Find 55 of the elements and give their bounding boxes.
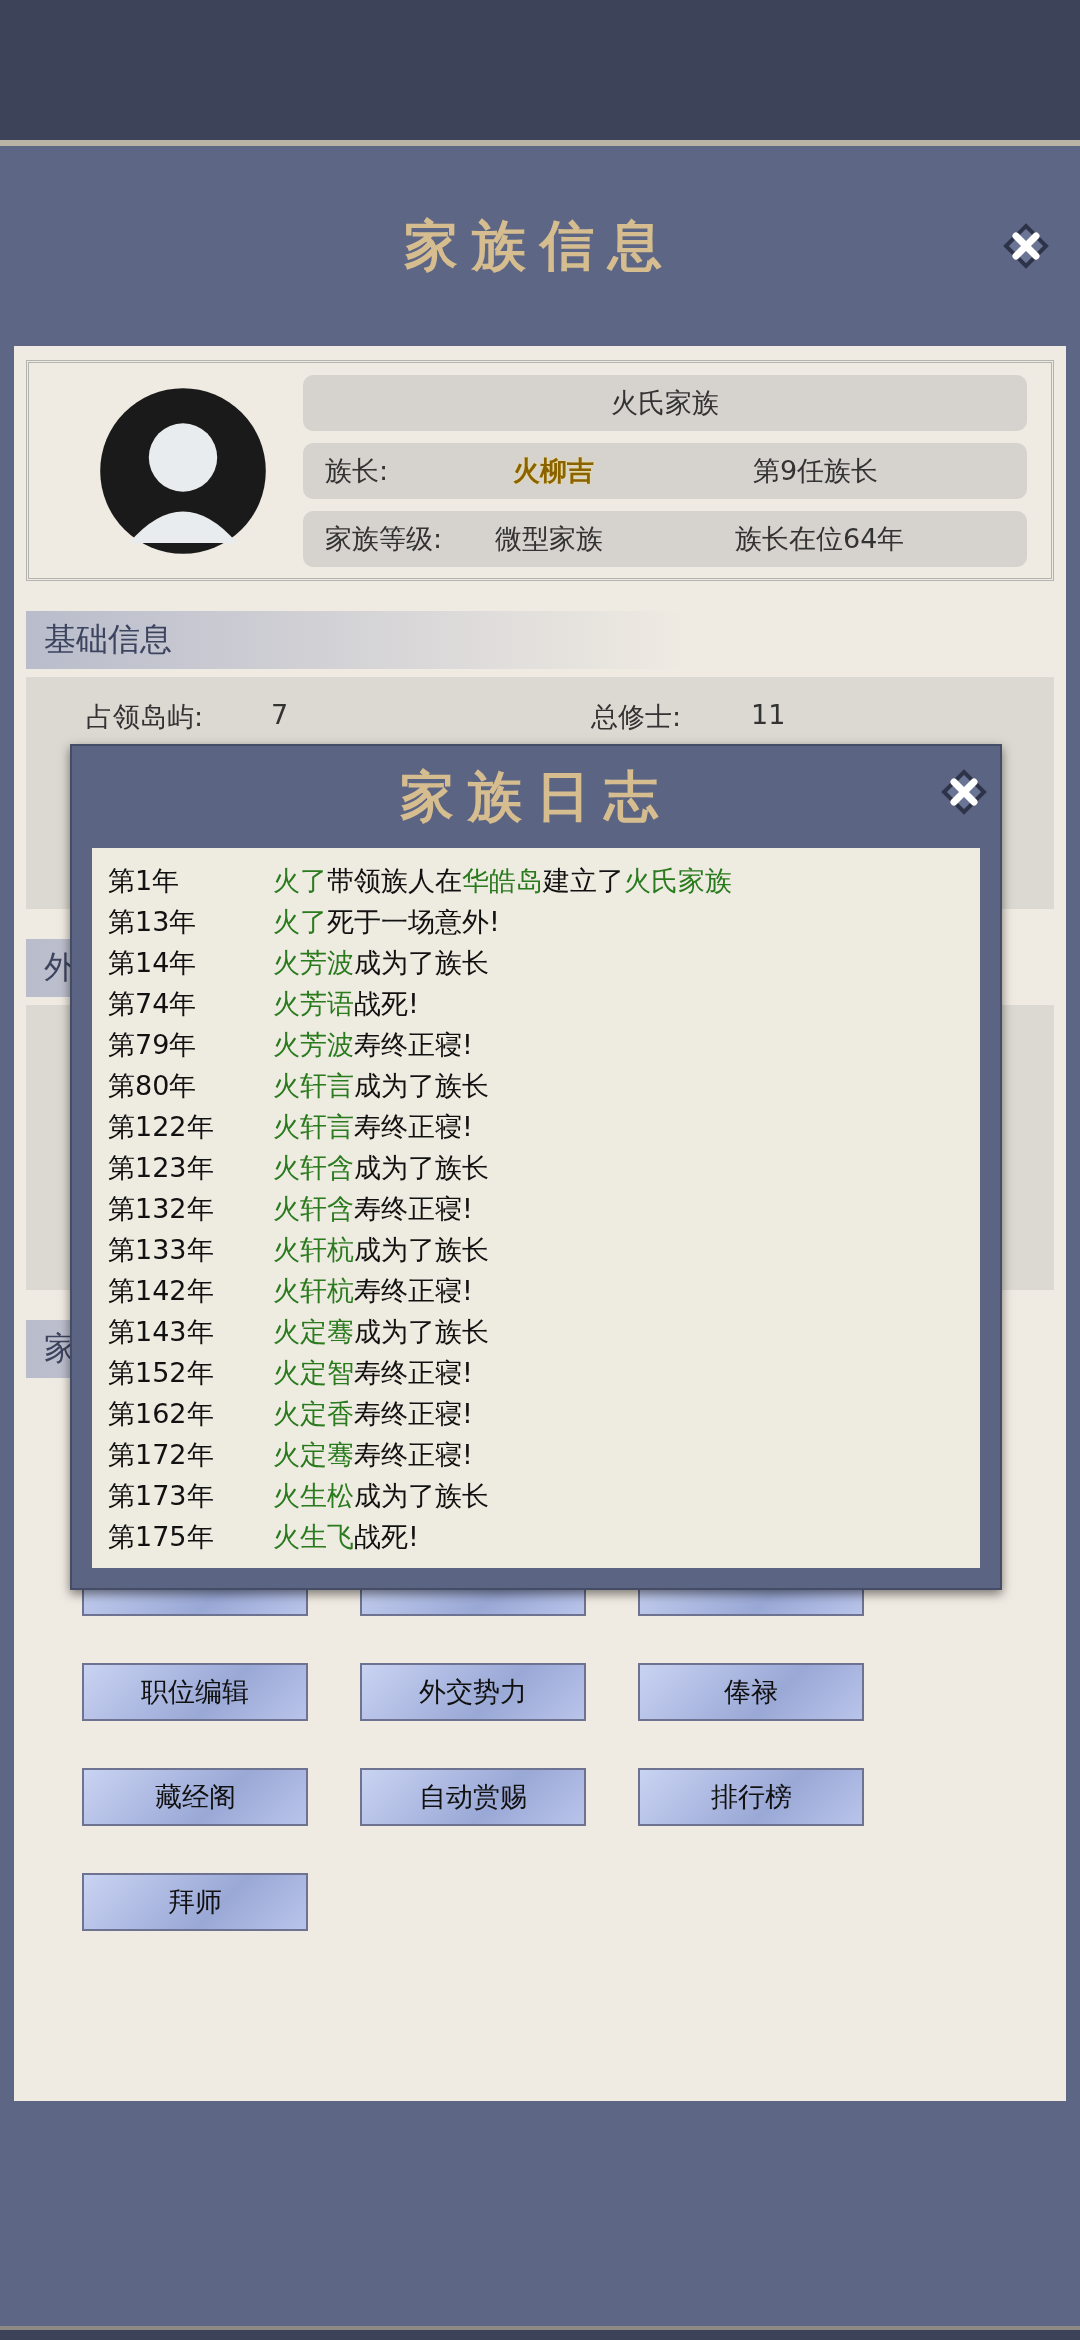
family-name: 火氏家族: [303, 374, 1027, 431]
menu-button[interactable]: 自动赏赐: [360, 1768, 586, 1826]
menu-button[interactable]: 职位编辑: [82, 1663, 308, 1721]
info-value: 微型家族: [495, 521, 604, 556]
log-year: 第133年: [108, 1232, 215, 1267]
log-message: 火生飞战死!: [273, 1519, 419, 1554]
log-year: 第122年: [108, 1109, 215, 1144]
log-message: 火定智寿终正寝!: [273, 1355, 473, 1390]
dialog-title: 家族日志: [400, 762, 672, 830]
log-year: 第74年: [108, 986, 198, 1021]
log-year: 第80年: [108, 1068, 198, 1103]
log-year: 第162年: [108, 1396, 215, 1431]
log-year: 第123年: [108, 1150, 215, 1185]
log-message: 火轩杭寿终正寝!: [273, 1273, 473, 1308]
stat-value: 11: [751, 699, 787, 732]
log-message: 火定香寿终正寝!: [273, 1396, 473, 1431]
menu-button[interactable]: 排行榜: [638, 1768, 864, 1826]
log-year: 第172年: [108, 1437, 215, 1472]
menu-button[interactable]: 拜师: [82, 1873, 308, 1931]
log-year: 第152年: [108, 1355, 215, 1390]
log-message: 火了死于一场意外!: [273, 904, 500, 939]
log-message: 火定骞成为了族长: [273, 1314, 489, 1349]
menu-button[interactable]: 外交势力: [360, 1663, 586, 1721]
log-message: 火芳波寿终正寝!: [273, 1027, 473, 1062]
log-year: 第14年: [108, 945, 198, 980]
log-year: 第143年: [108, 1314, 215, 1349]
window-title: 家族信息: [404, 211, 676, 279]
log-year: 第79年: [108, 1027, 198, 1062]
log-message: 火轩含成为了族长: [273, 1150, 489, 1185]
menu-button[interactable]: 俸禄: [638, 1663, 864, 1721]
log-year: 第132年: [108, 1191, 215, 1226]
log-year: 第142年: [108, 1273, 215, 1308]
log-year: 第1年: [108, 863, 181, 898]
info-value: 族长在位64年: [735, 521, 905, 556]
log-message: 火芳波成为了族长: [273, 945, 489, 980]
log-message: 火芳语战死!: [273, 986, 419, 1021]
info-label: 族长:: [325, 453, 390, 488]
log-year: 第13年: [108, 904, 198, 939]
log-year: 第173年: [108, 1478, 215, 1513]
log-year: 第175年: [108, 1519, 215, 1554]
menu-button[interactable]: 藏经阁: [82, 1768, 308, 1826]
log-message: 火轩含寿终正寝!: [273, 1191, 473, 1226]
stat-label: 占领岛屿:: [86, 700, 205, 734]
info-value: 火柳吉: [512, 453, 595, 488]
log-message: 火生松成为了族长: [273, 1478, 489, 1513]
log-message: 火轩杭成为了族长: [273, 1232, 489, 1267]
stat-value: 7: [271, 699, 290, 732]
log-message: 火轩言成为了族长: [273, 1068, 489, 1103]
log-message: 火轩言寿终正寝!: [273, 1109, 473, 1144]
stat-label: 总修士:: [591, 700, 683, 734]
info-label: 家族等级:: [325, 521, 444, 556]
info-value: 第9任族长: [753, 453, 879, 488]
log-message: 火了带领族人在华皓岛建立了火氏家族: [273, 863, 732, 898]
section-title: 基础信息: [44, 619, 172, 660]
log-message: 火定骞寿终正寝!: [273, 1437, 473, 1472]
